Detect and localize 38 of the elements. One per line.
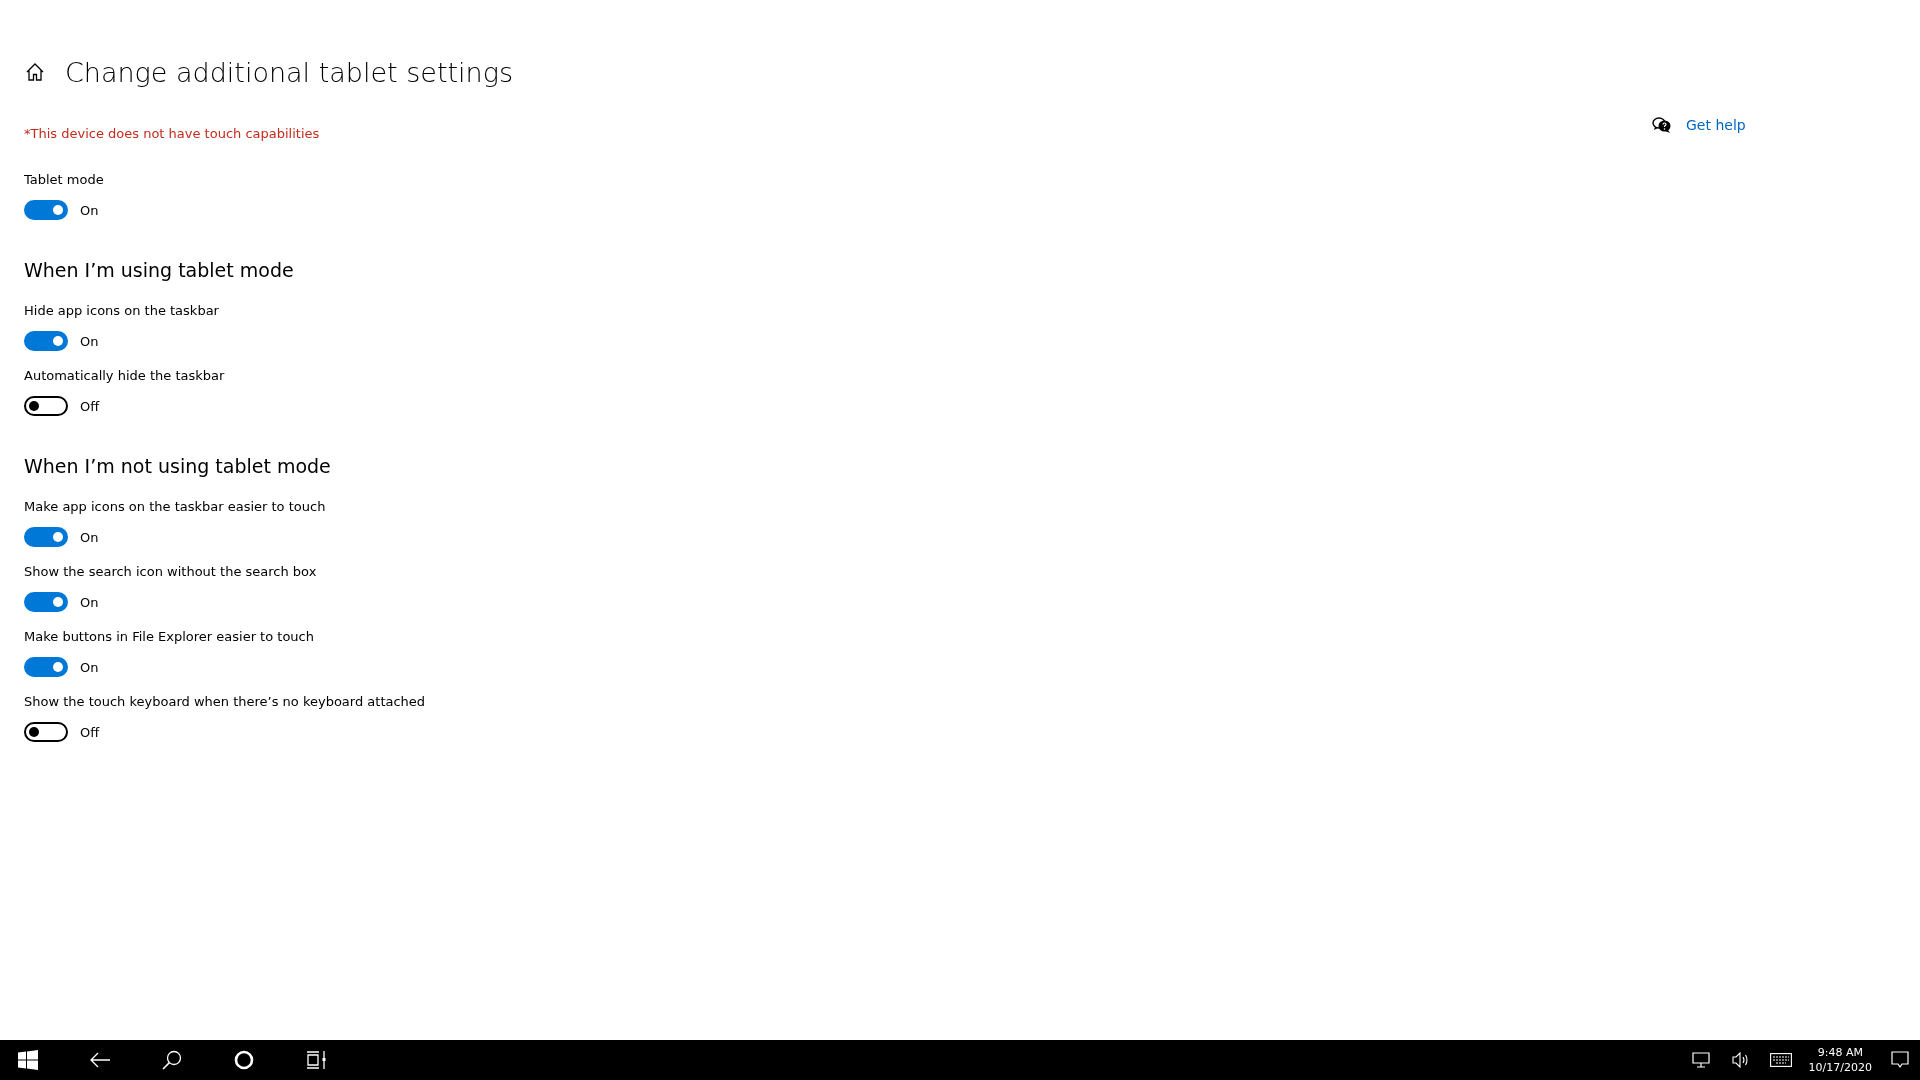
warning-text: *This device does not have touch capabilities: [24, 125, 321, 143]
task-view-icon: [306, 1050, 326, 1070]
search-icon: [162, 1050, 182, 1070]
toggle-state-text: On: [80, 202, 99, 218]
get-help-link[interactable]: Get help: [1686, 117, 1746, 133]
keyboard-icon: [1769, 1053, 1792, 1067]
toggle-switch[interactable]: [24, 200, 68, 220]
toggle-state-text: On: [80, 659, 99, 675]
section-heading: When I’m using tablet mode: [24, 258, 295, 283]
back-arrow-icon: [89, 1052, 111, 1068]
setting-label: Automatically hide the taskbar: [24, 367, 226, 385]
section-heading: When I’m not using tablet mode: [24, 454, 332, 479]
setting-label: Make buttons in File Explorer easier to touch: [24, 628, 315, 646]
setting-label: Show the search icon without the search box: [24, 563, 318, 581]
toggle-switch[interactable]: [24, 331, 68, 351]
setting-label: Hide app icons on the taskbar: [24, 302, 220, 320]
volume-icon: [1731, 1052, 1750, 1068]
setting-label: Make app icons on the taskbar easier to touch: [24, 498, 327, 516]
toggle-switch[interactable]: [24, 592, 68, 612]
toggle-state-text: Off: [80, 398, 100, 414]
toggle-state-text: Off: [80, 724, 100, 740]
circle-icon: [234, 1050, 254, 1070]
network-icon: [1691, 1052, 1710, 1068]
chat-help-icon: [1652, 116, 1672, 134]
page-title: Change additional tablet settings: [65, 56, 513, 88]
toggle-state-text: On: [80, 333, 99, 349]
toggle-state-text: On: [80, 529, 99, 545]
setting-label: Tablet mode: [24, 171, 105, 189]
toggle-switch[interactable]: [24, 396, 68, 416]
setting-label: Show the touch keyboard when there’s no keyboard attached: [24, 693, 427, 711]
toggle-switch[interactable]: [24, 722, 68, 742]
home-icon[interactable]: [25, 62, 45, 82]
notification-icon: [1891, 1051, 1909, 1069]
windows-logo-icon: [18, 1050, 38, 1070]
taskbar-clock[interactable]: 9:48 AM 10/17/2020: [1800, 1045, 1880, 1075]
toggle-switch[interactable]: [24, 657, 68, 677]
toggle-switch[interactable]: [24, 527, 68, 547]
toggle-state-text: On: [80, 594, 99, 610]
